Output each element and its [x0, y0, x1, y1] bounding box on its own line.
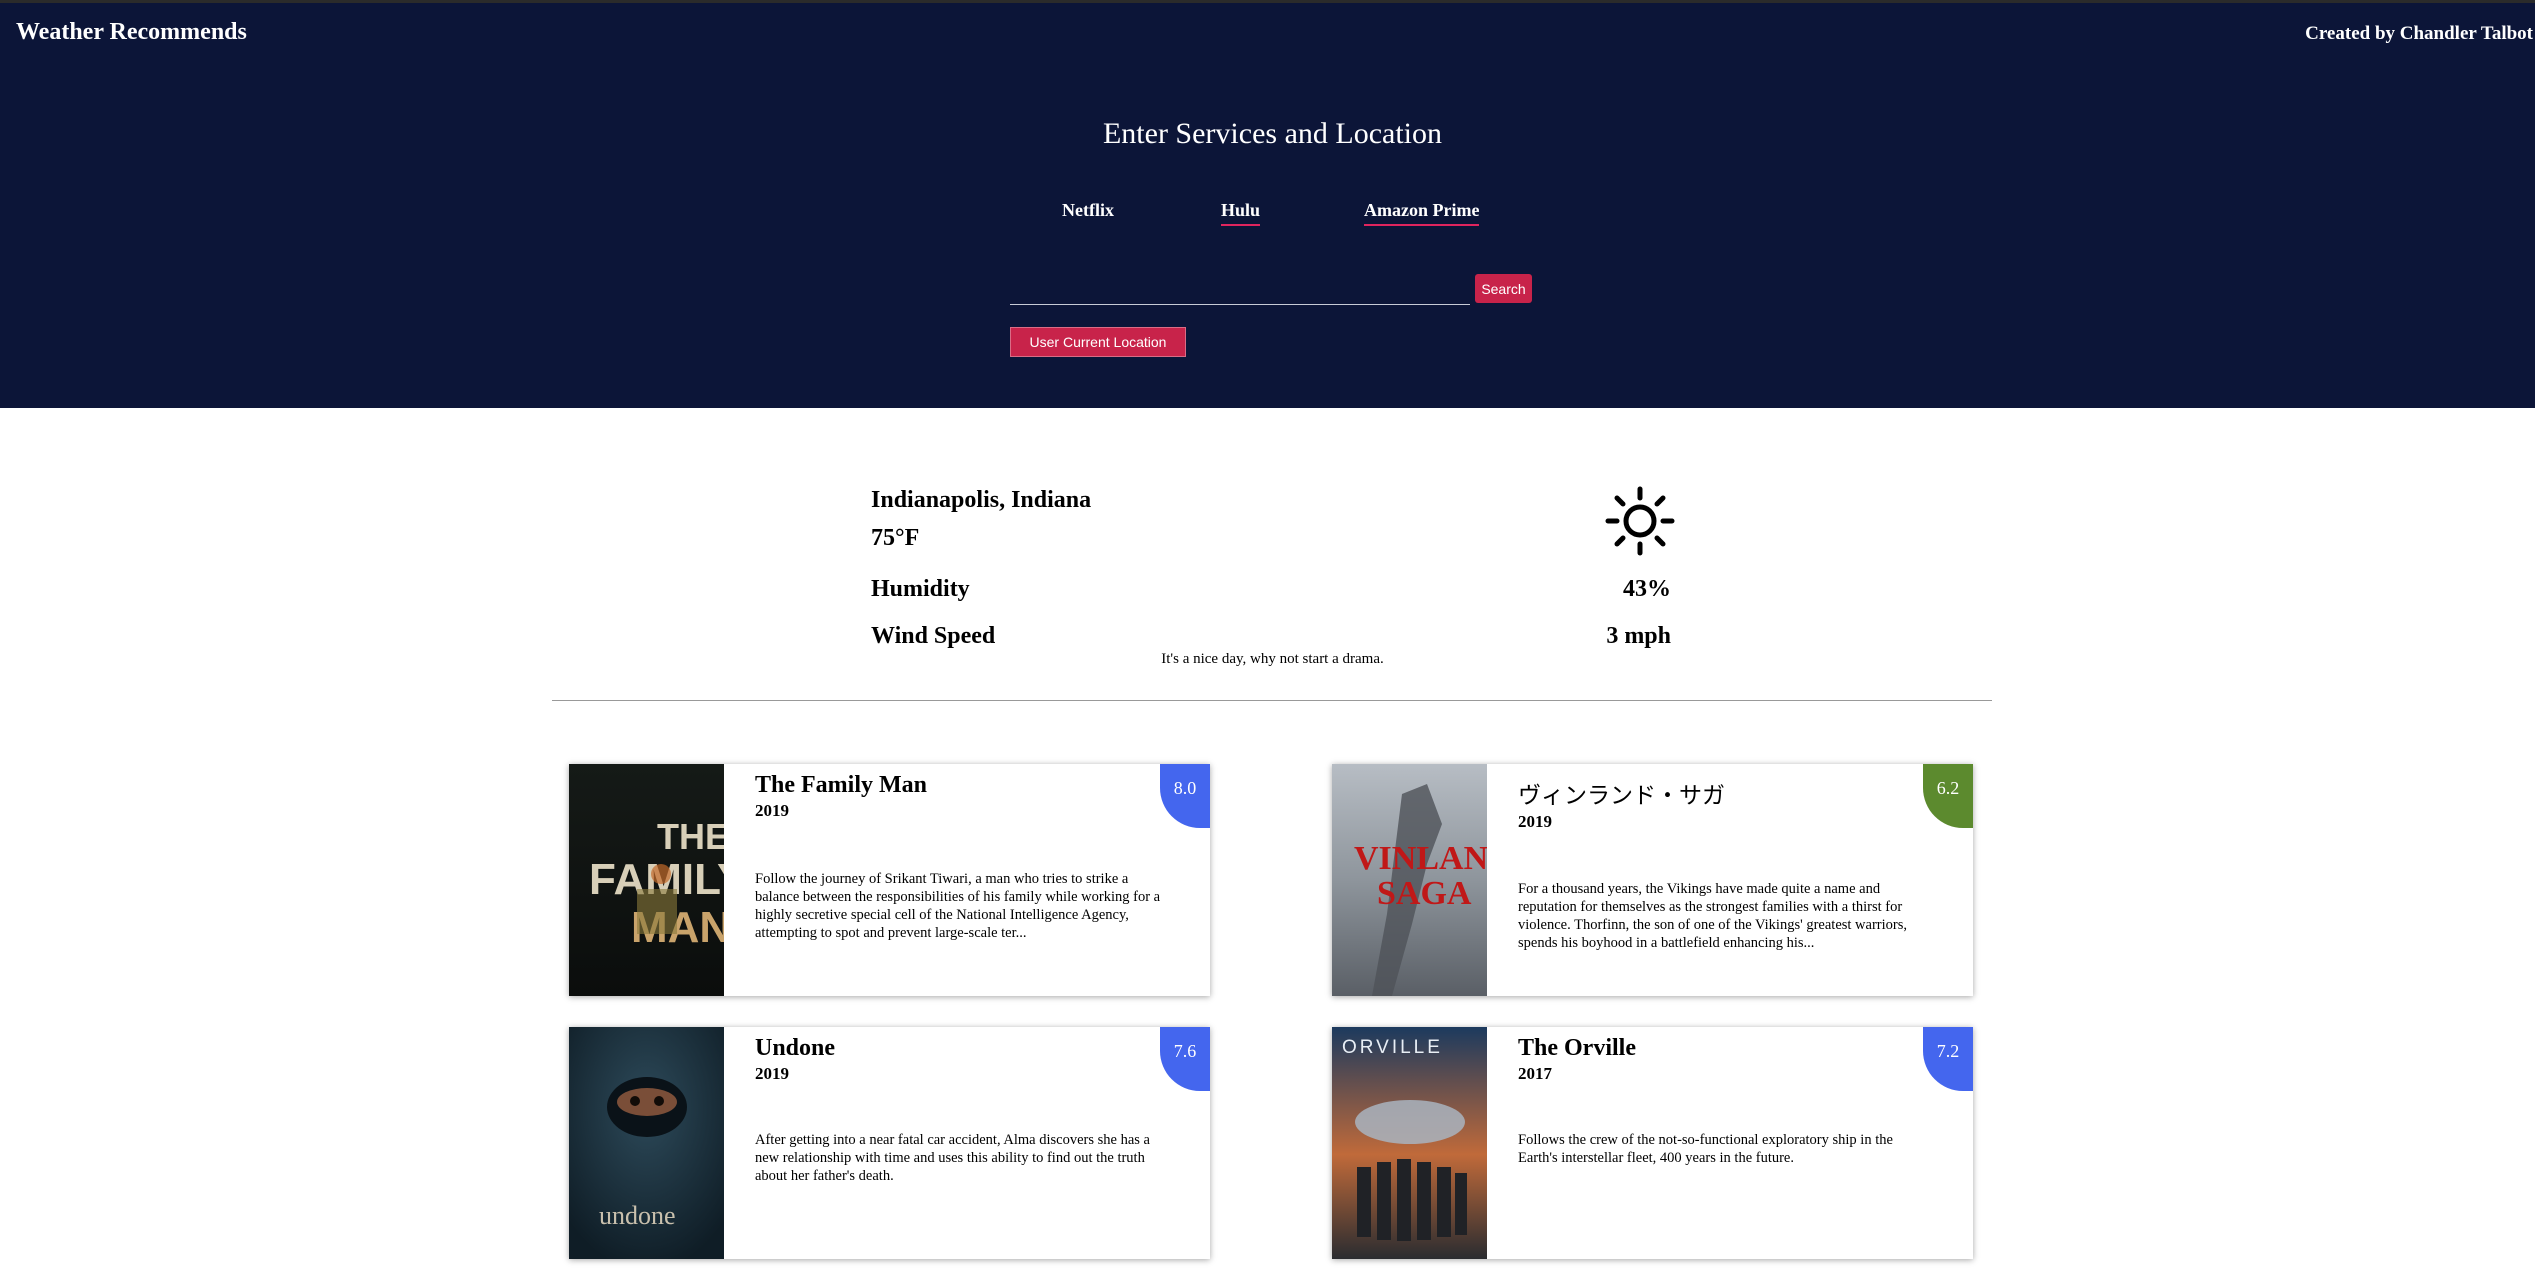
- service-hulu[interactable]: Hulu: [1221, 200, 1261, 226]
- show-title: The Orville: [1518, 1035, 1636, 1061]
- divider: [552, 700, 1992, 701]
- show-card-the-family-man[interactable]: THE FAMILY MAN The Family Man 2019 Follo…: [569, 764, 1210, 996]
- header: Weather Recommends Created by Chandler T…: [0, 0, 2535, 408]
- svg-text:undone: undone: [599, 1201, 676, 1230]
- recommendation-text: It's a nice day, why not start a drama.: [1161, 651, 1384, 667]
- service-amazon-prime[interactable]: Amazon Prime: [1364, 200, 1480, 226]
- show-description: Follow the journey of Srikant Tiwari, a …: [755, 871, 1161, 941]
- show-title: The Family Man: [755, 772, 927, 798]
- service-netflix[interactable]: Netflix: [1062, 200, 1114, 224]
- svg-text:THE: THE: [657, 816, 724, 857]
- show-year: 2017: [1518, 1064, 1552, 1083]
- show-description: After getting into a near fatal car acci…: [755, 1132, 1150, 1184]
- search-button[interactable]: Search: [1475, 274, 1532, 303]
- show-poster: ORVILLE: [1332, 1027, 1487, 1259]
- show-year: 2019: [755, 801, 789, 820]
- humidity-label: Humidity: [871, 576, 970, 602]
- svg-text:ORVILLE: ORVILLE: [1342, 1037, 1443, 1058]
- rating-badge: 8.0: [1160, 764, 1210, 828]
- show-title: ヴィンランド・サガ: [1518, 783, 1725, 809]
- sun-icon: [1605, 486, 1675, 556]
- location-search-input[interactable]: [1010, 273, 1470, 305]
- show-description: Follows the crew of the not-so-functiona…: [1518, 1132, 1893, 1166]
- service-selector: Netflix Hulu Amazon Prime: [0, 200, 2535, 230]
- humidity-value: 43%: [1623, 576, 1671, 602]
- svg-text:SAGA: SAGA: [1377, 875, 1472, 912]
- use-current-location-button[interactable]: User Current Location: [1010, 327, 1186, 357]
- show-card-the-orville[interactable]: ORVILLE The Orville 2017 Follows the cre…: [1332, 1027, 1973, 1259]
- credit-text: Created by Chandler Talbot: [2305, 23, 2533, 44]
- show-year: 2019: [755, 1064, 789, 1083]
- show-description: For a thousand years, the Vikings have m…: [1518, 881, 1907, 951]
- weather-temperature: 75°F: [871, 525, 920, 551]
- show-card-vinland-saga[interactable]: VINLAND SAGA ヴィンランド・サガ 2019 For a thousa…: [1332, 764, 1973, 996]
- svg-text:VINLAND: VINLAND: [1354, 840, 1487, 877]
- show-poster: VINLAND SAGA: [1332, 764, 1487, 996]
- show-poster: undone: [569, 1027, 724, 1259]
- wind-speed-label: Wind Speed: [871, 623, 996, 649]
- rating-badge: 7.6: [1160, 1027, 1210, 1091]
- weather-city: Indianapolis, Indiana: [871, 487, 1092, 513]
- show-title: Undone: [755, 1035, 836, 1061]
- rating-badge: 7.2: [1923, 1027, 1973, 1091]
- show-poster: THE FAMILY MAN: [569, 764, 724, 996]
- show-year: 2019: [1518, 812, 1552, 831]
- rating-badge: 6.2: [1923, 764, 1973, 828]
- show-card-undone[interactable]: undone Undone 2019 After getting into a …: [569, 1027, 1210, 1259]
- section-title: Enter Services and Location: [1102, 117, 1443, 150]
- app-title[interactable]: Weather Recommends: [16, 19, 247, 46]
- wind-speed-value: 3 mph: [1606, 623, 1671, 649]
